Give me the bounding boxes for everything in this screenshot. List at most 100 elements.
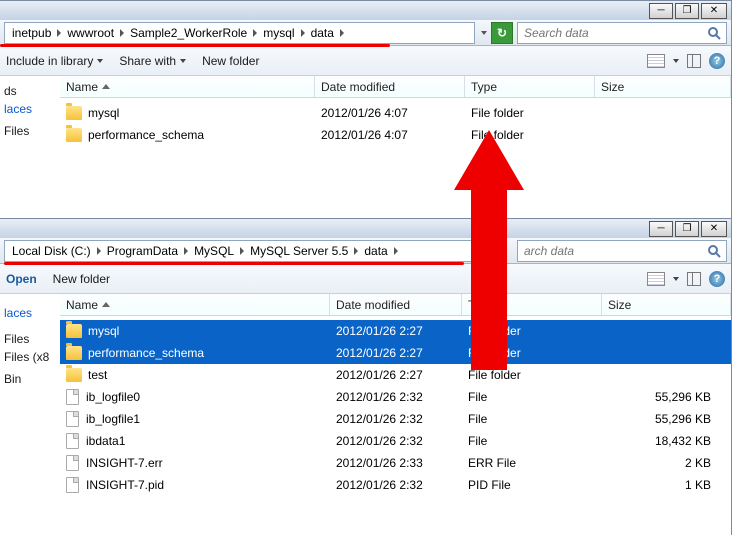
sidebar-item[interactable]: laces	[4, 304, 56, 322]
navigation-pane[interactable]: dslaces Files	[0, 76, 60, 150]
breadcrumb-segment[interactable]: data	[361, 244, 390, 258]
breadcrumb[interactable]: inetpub wwwroot Sample2_WorkerRole mysql dat…	[4, 22, 475, 44]
maximize-button[interactable]: ❐	[675, 3, 699, 19]
chevron-right-icon[interactable]	[253, 29, 257, 37]
view-mode-button[interactable]	[647, 272, 665, 286]
file-name: ib_logfile1	[86, 412, 140, 426]
list-item[interactable]: performance_schema2012/01/26 2:27File fo…	[60, 342, 731, 364]
search-icon	[706, 243, 722, 259]
new-folder-button[interactable]: New folder	[53, 272, 110, 286]
explorer-window-bottom: ─ ❐ ✕ Local Disk (C:) ProgramData MySQL MyS…	[0, 218, 731, 500]
folder-icon	[66, 324, 82, 338]
file-icon	[66, 411, 79, 427]
breadcrumb-segment[interactable]: inetpub	[9, 26, 54, 40]
close-button[interactable]: ✕	[701, 221, 727, 237]
file-name: performance_schema	[88, 128, 204, 142]
breadcrumb-segment[interactable]: ProgramData	[104, 244, 181, 258]
file-name: ibdata1	[86, 434, 125, 448]
list-item[interactable]: test2012/01/26 2:27File folder	[60, 364, 731, 386]
sidebar-item[interactable]: ds	[4, 82, 56, 100]
chevron-right-icon[interactable]	[97, 247, 101, 255]
sort-asc-icon	[102, 302, 110, 307]
sidebar-item[interactable]: Bin	[4, 370, 56, 388]
annotation-underline	[4, 262, 464, 265]
list-item[interactable]: mysql2012/01/26 4:07File folder	[60, 102, 731, 124]
address-bar: inetpub wwwroot Sample2_WorkerRole mysql dat…	[0, 20, 731, 46]
chevron-right-icon[interactable]	[354, 247, 358, 255]
chevron-right-icon[interactable]	[120, 29, 124, 37]
header-size[interactable]: Size	[602, 294, 731, 315]
chevron-right-icon[interactable]	[301, 29, 305, 37]
chevron-right-icon[interactable]	[240, 247, 244, 255]
sidebar-item[interactable]: laces	[4, 100, 56, 118]
file-list[interactable]: Name Date modified Type Size mysql2012/0…	[60, 76, 731, 150]
list-item[interactable]: ibdata12012/01/26 2:32File18,432 KB	[60, 430, 731, 452]
chevron-right-icon[interactable]	[184, 247, 188, 255]
refresh-button[interactable]: ↻	[491, 22, 513, 44]
header-name[interactable]: Name	[60, 294, 330, 315]
sidebar-item[interactable]: Files	[4, 330, 56, 348]
folder-icon	[66, 128, 82, 142]
file-date: 2012/01/26 2:27	[336, 368, 468, 382]
breadcrumb[interactable]: Local Disk (C:) ProgramData MySQL MySQL Ser…	[4, 240, 475, 262]
chevron-right-icon[interactable]	[340, 29, 344, 37]
list-item[interactable]: INSIGHT-7.err2012/01/26 2:33ERR File2 KB	[60, 452, 731, 474]
breadcrumb-segment[interactable]: Local Disk (C:)	[9, 244, 94, 258]
search-box[interactable]	[517, 240, 727, 262]
column-headers[interactable]: Name Date modified Type Size	[60, 294, 731, 316]
minimize-button[interactable]: ─	[649, 221, 673, 237]
titlebar[interactable]: ─ ❐ ✕	[0, 218, 731, 238]
list-item[interactable]: mysql2012/01/26 2:27File folder	[60, 320, 731, 342]
file-list[interactable]: Name Date modified Type Size mysql2012/0…	[60, 294, 731, 500]
file-date: 2012/01/26 2:33	[336, 456, 468, 470]
file-icon	[66, 433, 79, 449]
breadcrumb-segment[interactable]: wwwroot	[64, 26, 117, 40]
list-item[interactable]: ib_logfile12012/01/26 2:32File55,296 KB	[60, 408, 731, 430]
preview-pane-button[interactable]	[687, 54, 701, 68]
explorer-window-top: ─ ❐ ✕ inetpubwwwrootSample2_WorkerRolemy…	[0, 0, 731, 150]
address-bar: Local Disk (C:) ProgramData MySQL MySQL Ser…	[0, 238, 731, 264]
chevron-right-icon[interactable]	[394, 247, 398, 255]
open-button[interactable]: Open	[6, 272, 37, 286]
search-input[interactable]	[522, 25, 703, 41]
view-mode-button[interactable]	[647, 54, 665, 68]
breadcrumb-segment[interactable]: data	[308, 26, 337, 40]
file-size: 1 KB	[608, 478, 725, 492]
header-date[interactable]: Date modified	[330, 294, 462, 315]
chevron-right-icon[interactable]	[57, 29, 61, 37]
share-with-button[interactable]: Share with	[119, 54, 186, 68]
header-type[interactable]: Type	[465, 76, 595, 97]
breadcrumb-segment[interactable]: MySQL Server 5.5	[247, 244, 351, 258]
help-icon[interactable]: ?	[709, 271, 725, 287]
sidebar-item[interactable]: Files (x8	[4, 348, 56, 366]
file-type: File folder	[468, 368, 608, 382]
column-headers[interactable]: Name Date modified Type Size	[60, 76, 731, 98]
preview-pane-button[interactable]	[687, 272, 701, 286]
annotation-arrow-up	[454, 130, 524, 370]
file-date: 2012/01/26 2:32	[336, 412, 468, 426]
minimize-button[interactable]: ─	[649, 3, 673, 19]
list-item[interactable]: performance_schema2012/01/26 4:07File fo…	[60, 124, 731, 146]
titlebar[interactable]: ─ ❐ ✕	[0, 0, 731, 20]
search-box[interactable]	[517, 22, 727, 44]
new-folder-button[interactable]: New folder	[202, 54, 259, 68]
file-date: 2012/01/26 2:32	[336, 434, 468, 448]
navigation-pane[interactable]: laces FilesFiles (x8 Bin	[0, 294, 60, 500]
list-item[interactable]: INSIGHT-7.pid2012/01/26 2:32PID File1 KB	[60, 474, 731, 496]
breadcrumb-segment[interactable]: MySQL	[191, 244, 237, 258]
list-item[interactable]: ib_logfile02012/01/26 2:32File55,296 KB	[60, 386, 731, 408]
header-size[interactable]: Size	[595, 76, 731, 97]
breadcrumb-segment[interactable]: Sample2_WorkerRole	[127, 26, 250, 40]
breadcrumb-segment[interactable]: mysql	[260, 26, 297, 40]
maximize-button[interactable]: ❐	[675, 221, 699, 237]
file-icon	[66, 455, 79, 471]
sidebar-item[interactable]: Files	[4, 122, 56, 140]
breadcrumb-dropdown-icon[interactable]	[481, 31, 487, 35]
search-input[interactable]	[522, 243, 703, 259]
close-button[interactable]: ✕	[701, 3, 727, 19]
header-date[interactable]: Date modified	[315, 76, 465, 97]
file-name: INSIGHT-7.pid	[86, 478, 164, 492]
help-icon[interactable]: ?	[709, 53, 725, 69]
include-in-library-button[interactable]: Include in library	[6, 54, 103, 68]
header-name[interactable]: Name	[60, 76, 315, 97]
